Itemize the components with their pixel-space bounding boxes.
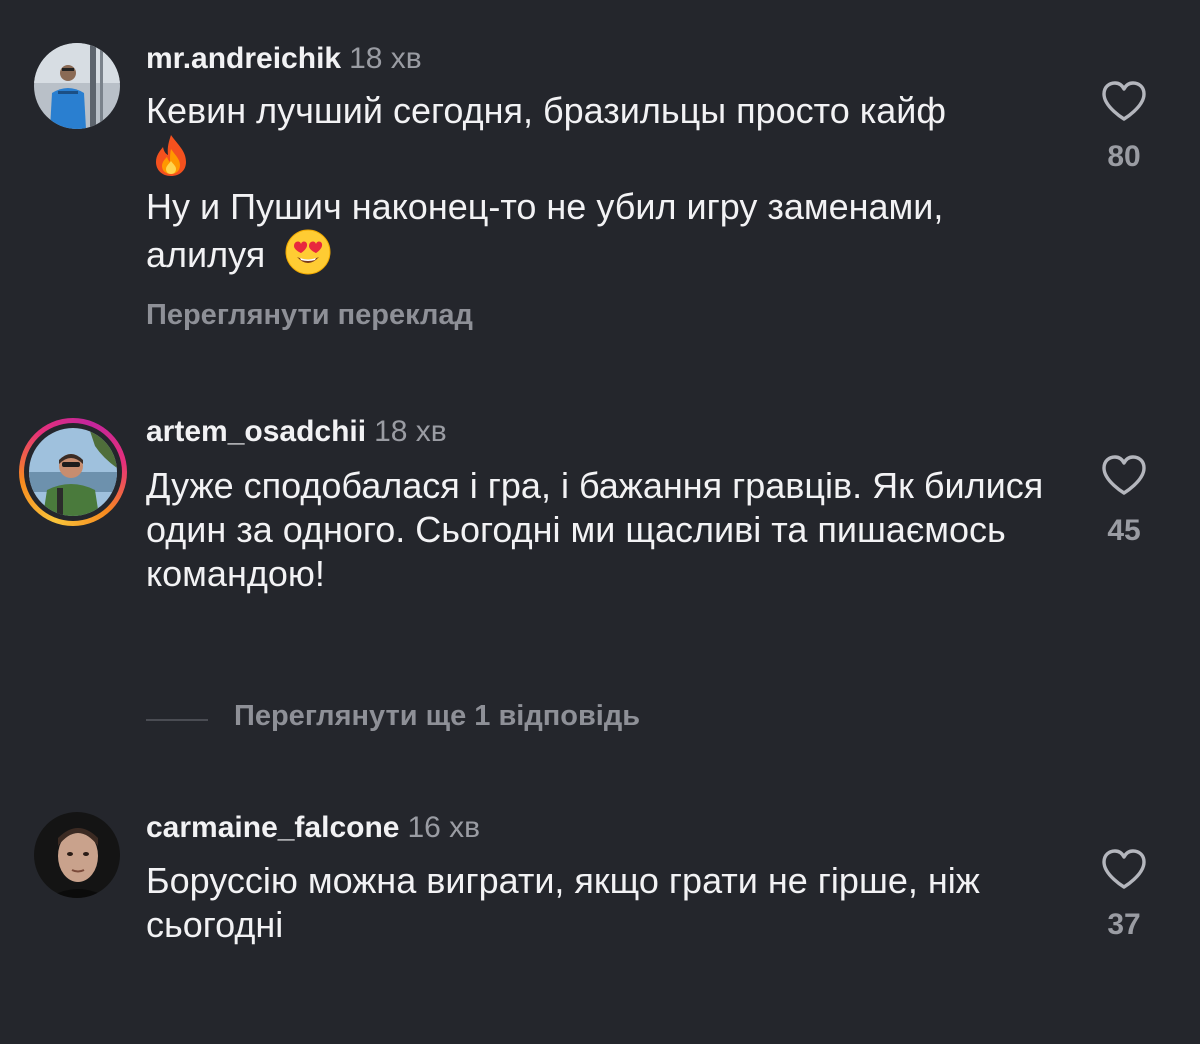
avatar[interactable]: [34, 43, 120, 129]
username[interactable]: artem_osadchii: [146, 415, 366, 448]
avatar[interactable]: [29, 428, 117, 516]
like-control: 45: [1092, 454, 1156, 548]
comment-text: Кевин лучший сегодня, бразильцы просто к…: [146, 89, 1066, 277]
comment-item: artem_osadchii 18 хв Дуже сподобалася і г…: [0, 380, 1200, 680]
heart-eyes-emoji-icon: [285, 229, 331, 277]
like-control: 80: [1092, 80, 1156, 174]
timestamp: 18 хв: [349, 42, 422, 75]
view-replies-label: Переглянути ще 1 відповідь: [234, 700, 641, 732]
replies-divider: [146, 719, 208, 721]
heart-outline-icon[interactable]: [1101, 454, 1147, 496]
comment-meta: carmaine_falcone 16 хв: [146, 810, 480, 846]
like-count: 45: [1107, 514, 1141, 547]
comment-meta: mr.andreichik 18 хв: [146, 41, 422, 77]
view-translation-link[interactable]: Переглянути переклад: [146, 299, 473, 332]
like-count: 80: [1107, 140, 1141, 173]
heart-outline-icon[interactable]: [1101, 80, 1147, 122]
comment-text: Боруссію можна виграти, якщо грати не гі…: [146, 860, 980, 945]
story-ring[interactable]: [19, 418, 127, 526]
comment-item: mr.andreichik 18 хв Кевин лучший сегодня,…: [0, 0, 1200, 380]
comment-meta: artem_osadchii 18 хв: [146, 414, 447, 450]
comment-line: Ну и Пушич наконец-то не убил игру замен…: [146, 186, 944, 275]
comment-text: Дуже сподобалася і гра, і бажання гравці…: [146, 465, 1044, 594]
avatar[interactable]: [34, 812, 120, 898]
like-control: 37: [1092, 848, 1156, 942]
username[interactable]: mr.andreichik: [146, 42, 341, 75]
comment-line: Кевин лучший сегодня, бразильцы просто к…: [146, 90, 947, 131]
like-count: 37: [1107, 908, 1141, 941]
timestamp: 18 хв: [374, 415, 447, 448]
timestamp: 16 хв: [407, 811, 481, 844]
username[interactable]: carmaine_falcone: [146, 811, 399, 844]
fire-emoji-icon: [146, 133, 1066, 181]
heart-outline-icon[interactable]: [1101, 848, 1147, 890]
comment-item: carmaine_falcone 16 хв Боруссію можна виг…: [0, 790, 1200, 1044]
